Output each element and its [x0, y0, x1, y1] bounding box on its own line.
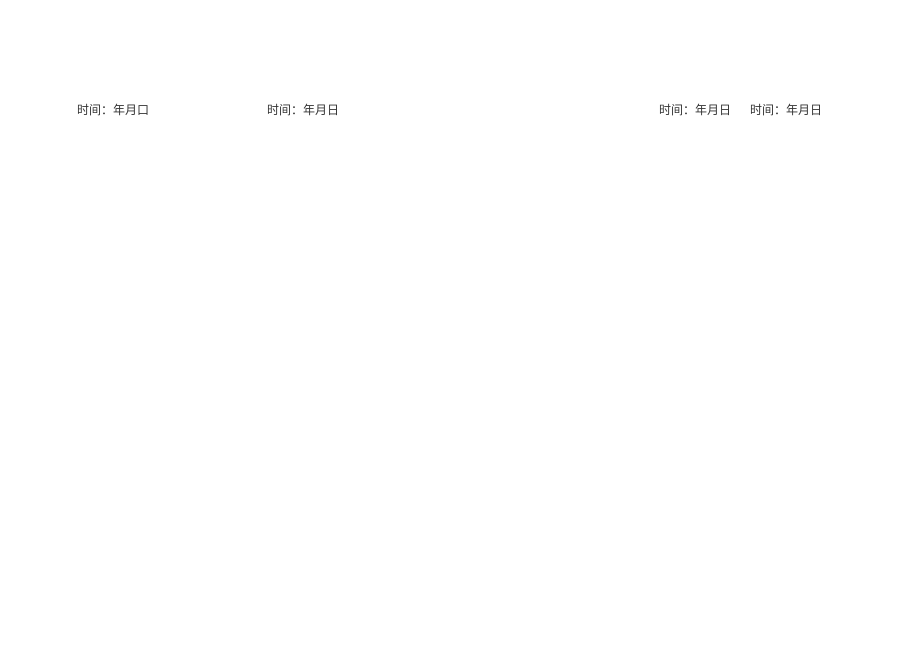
time-field-3: 时间：年月日: [659, 101, 731, 118]
time-field-1: 时间：年月口: [77, 101, 149, 118]
time-field-4: 时间：年月日: [750, 101, 822, 118]
time-field-2: 时间：年月日: [267, 101, 339, 118]
